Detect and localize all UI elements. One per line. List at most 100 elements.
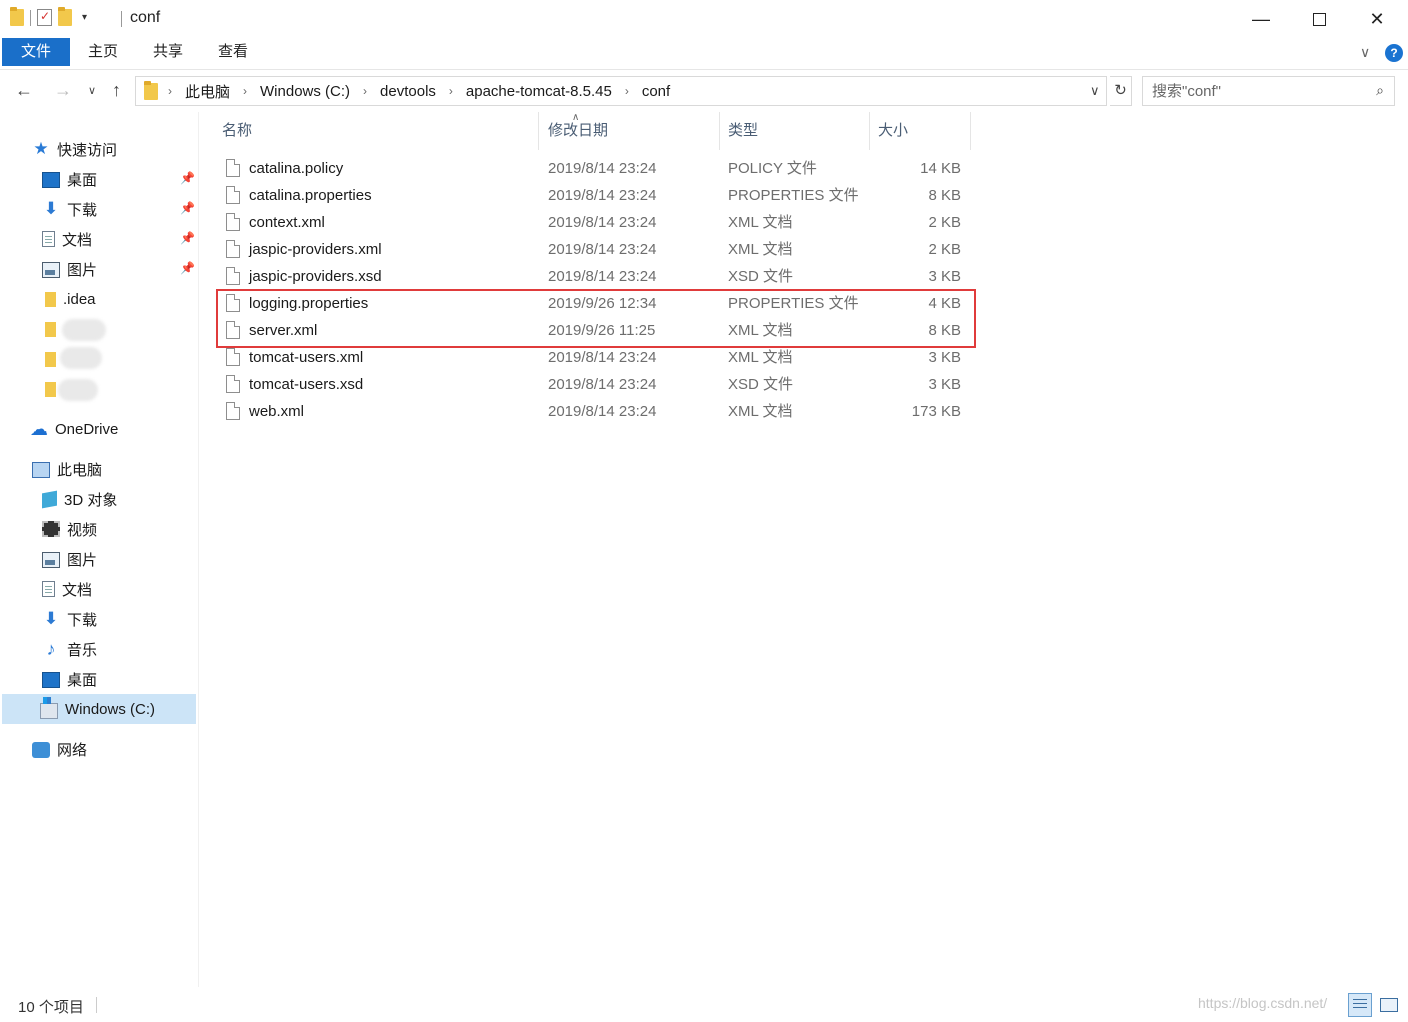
toolbar-divider <box>30 9 31 26</box>
breadcrumb-apache-tomcat[interactable]: apache-tomcat-8.5.45 <box>466 83 612 100</box>
nav-pinned-desktop[interactable]: 桌面 <box>42 165 97 193</box>
file-type: XML 文档 <box>728 349 793 366</box>
pin-icon[interactable]: 📌 <box>180 261 195 275</box>
redacted-label <box>62 319 106 341</box>
refresh-icon[interactable]: ↻ <box>1110 76 1132 106</box>
file-row[interactable]: catalina.properties 2019/8/14 23:24 PROP… <box>216 182 971 209</box>
file-row[interactable]: jaspic-providers.xsd 2019/8/14 23:24 XSD… <box>216 263 971 290</box>
breadcrumb-conf[interactable]: conf <box>642 83 670 100</box>
title-bar: ▾ conf — ✕ <box>0 0 1408 38</box>
nav-windows-c[interactable]: Windows (C:) <box>2 694 196 724</box>
item-count: 10 个项目 <box>18 999 84 1016</box>
file-name: context.xml <box>249 214 325 231</box>
large-icons-view-icon[interactable] <box>1378 994 1400 1016</box>
back-arrow-icon[interactable]: ← <box>15 80 33 101</box>
document-icon <box>42 231 55 247</box>
breadcrumb-separator[interactable]: › <box>625 84 629 98</box>
tab-view[interactable]: 查看 <box>217 38 249 66</box>
customize-toolbar-dropdown[interactable]: ▾ <box>82 12 87 23</box>
nav-pinned-documents[interactable]: 文档 <box>42 225 92 253</box>
address-history-chevron-icon[interactable]: ∨ <box>1090 83 1100 99</box>
file-type: XML 文档 <box>728 214 793 231</box>
search-icon[interactable]: ⌕ <box>1376 82 1384 99</box>
nav-pinned-pictures[interactable]: 图片 <box>42 255 97 283</box>
nav-desktop[interactable]: 桌面 <box>42 665 97 693</box>
details-view-icon[interactable] <box>1348 993 1372 1017</box>
nav-onedrive[interactable]: ☁ OneDrive <box>30 415 118 443</box>
nav-label: 下载 <box>67 611 98 629</box>
quick-access-toolbar: ▾ <box>10 7 87 26</box>
computer-icon <box>32 461 50 478</box>
nav-music[interactable]: ♪ 音乐 <box>42 635 98 663</box>
nav-label: 视频 <box>67 521 98 539</box>
breadcrumb-devtools[interactable]: devtools <box>380 83 436 100</box>
redacted-label <box>60 347 102 369</box>
file-row[interactable]: jaspic-providers.xml 2019/8/14 23:24 XML… <box>216 236 971 263</box>
nav-label: 文档 <box>62 231 93 249</box>
nav-network[interactable]: 网络 <box>32 735 87 763</box>
3d-cube-icon <box>42 490 57 508</box>
breadcrumb-separator[interactable]: › <box>243 84 247 98</box>
file-size: 3 KB <box>928 268 961 285</box>
nav-label: 桌面 <box>67 671 98 689</box>
file-type: XML 文档 <box>728 241 793 258</box>
nav-downloads[interactable]: ⬇ 下载 <box>42 605 97 633</box>
file-row[interactable]: tomcat-users.xml 2019/8/14 23:24 XML 文档 … <box>216 344 971 371</box>
breadcrumb-windows-c[interactable]: Windows (C:) <box>260 83 350 100</box>
file-row[interactable]: tomcat-users.xsd 2019/8/14 23:24 XSD 文件 … <box>216 371 971 398</box>
file-row[interactable]: catalina.policy 2019/8/14 23:24 POLICY 文… <box>216 155 971 182</box>
close-button[interactable]: ✕ <box>1348 0 1406 38</box>
file-icon <box>226 348 240 366</box>
help-icon[interactable]: ? <box>1385 44 1403 62</box>
tab-share[interactable]: 共享 <box>152 38 184 66</box>
pin-icon[interactable]: 📌 <box>180 201 195 215</box>
watermark-text: https://blog.csdn.net/ <box>1198 995 1328 1011</box>
expand-ribbon-icon[interactable]: ∨ <box>1360 44 1370 61</box>
file-size: 173 KB <box>911 403 961 420</box>
column-header-date[interactable]: 修改日期 <box>540 112 720 150</box>
file-row[interactable]: web.xml 2019/8/14 23:24 XML 文档 173 KB <box>216 398 971 425</box>
nav-3d-objects[interactable]: 3D 对象 <box>42 485 117 513</box>
new-folder-icon[interactable] <box>58 7 72 26</box>
tab-file[interactable]: 文件 <box>2 38 70 66</box>
recent-locations-chevron-icon[interactable]: ∨ <box>88 84 96 97</box>
redacted-label <box>58 379 98 401</box>
pin-icon[interactable]: 📌 <box>180 171 195 185</box>
file-size: 14 KB <box>920 160 961 177</box>
column-header-name[interactable]: 名称 <box>214 112 539 150</box>
nav-pictures[interactable]: 图片 <box>42 545 97 573</box>
nav-pinned-downloads[interactable]: ⬇ 下载 <box>42 195 97 223</box>
breadcrumb-separator[interactable]: › <box>168 84 172 98</box>
download-arrow-icon: ⬇ <box>43 609 59 628</box>
nav-label: 文档 <box>62 581 93 599</box>
breadcrumb-this-pc[interactable]: 此电脑 <box>185 81 230 102</box>
desktop-icon <box>42 672 60 688</box>
nav-folder-idea[interactable]: .idea <box>45 285 96 313</box>
breadcrumb-separator[interactable]: › <box>363 84 367 98</box>
nav-videos[interactable]: 视频 <box>42 515 97 543</box>
maximize-button[interactable] <box>1290 0 1348 38</box>
address-bar[interactable]: › 此电脑 › Windows (C:) › devtools › apache… <box>135 76 1107 106</box>
file-list: ∧ 名称 修改日期 类型 大小 catalina.policy 2019/8/1… <box>199 112 1408 987</box>
column-header-size[interactable]: 大小 <box>870 112 971 150</box>
file-name: web.xml <box>249 403 305 420</box>
pin-icon[interactable]: 📌 <box>180 231 195 245</box>
minimize-button[interactable]: — <box>1232 0 1290 38</box>
nav-this-pc[interactable]: 此电脑 <box>32 455 102 483</box>
forward-arrow-icon[interactable]: → <box>54 80 72 101</box>
file-row[interactable]: context.xml 2019/8/14 23:24 XML 文档 2 KB <box>216 209 971 236</box>
up-arrow-icon[interactable]: ↑ <box>112 80 121 101</box>
search-input[interactable] <box>1143 77 1363 105</box>
properties-icon[interactable] <box>37 9 52 26</box>
breadcrumb-separator[interactable]: › <box>449 84 453 98</box>
nav-documents[interactable]: 文档 <box>42 575 92 603</box>
file-type: PROPERTIES 文件 <box>728 187 859 204</box>
nav-label: OneDrive <box>55 420 119 438</box>
file-name: jaspic-providers.xsd <box>249 268 382 285</box>
folder-icon[interactable] <box>10 7 24 26</box>
desktop-icon <box>42 172 60 188</box>
nav-quick-access[interactable]: ★ 快速访问 <box>32 135 117 163</box>
column-header-type[interactable]: 类型 <box>720 112 870 150</box>
tab-home[interactable]: 主页 <box>88 38 118 66</box>
nav-folder-redacted[interactable] <box>45 315 63 343</box>
